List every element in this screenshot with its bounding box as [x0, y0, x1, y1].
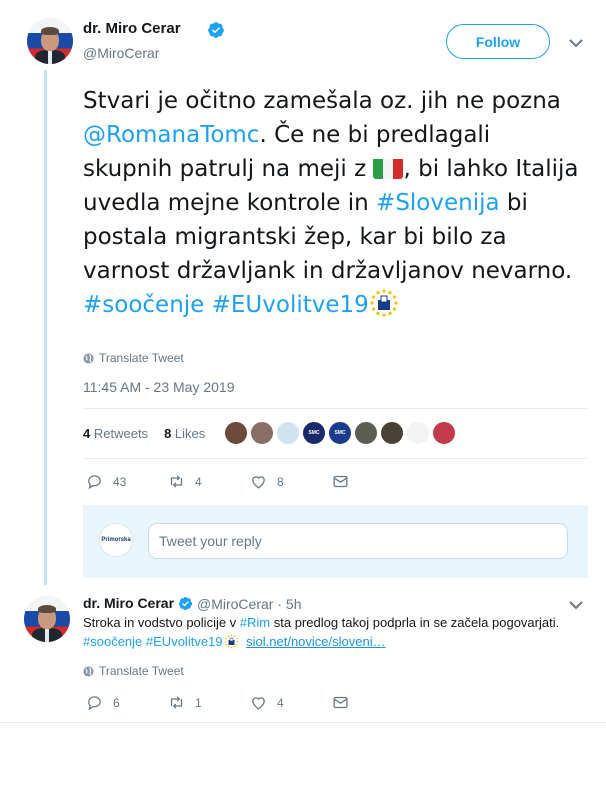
eu-ballot-emoji-icon	[224, 634, 238, 649]
likes-stat[interactable]: 8 Likes	[164, 426, 205, 441]
hashtag-link[interactable]: #soočenje	[83, 634, 142, 649]
author-name[interactable]: dr. Miro Cerar	[83, 20, 181, 37]
current-user-avatar: Primorska	[99, 523, 133, 557]
translate-tweet-label: Translate Tweet	[99, 664, 184, 678]
reply-icon	[88, 475, 101, 490]
direct-message-action[interactable]	[332, 694, 349, 711]
divider	[83, 408, 588, 409]
reply-action[interactable]: 6	[86, 694, 168, 711]
verified-badge-icon	[208, 22, 224, 38]
author-avatar[interactable]	[27, 18, 73, 64]
reply-icon	[88, 696, 101, 711]
envelope-icon	[333, 696, 348, 709]
tweet-timestamp[interactable]: 11:45 AM - 23 May 2019	[83, 379, 235, 395]
liker-avatar[interactable]	[432, 421, 456, 445]
reply-author-avatar[interactable]	[24, 596, 70, 642]
reply-count: 6	[113, 695, 120, 710]
liker-avatar[interactable]	[380, 421, 404, 445]
reply-count: 43	[113, 474, 127, 489]
mention-link[interactable]: @RomanaTomc	[83, 122, 259, 148]
italy-flag-emoji-icon	[373, 157, 404, 179]
retweet-action[interactable]: 1	[168, 694, 250, 711]
eu-ballot-emoji-icon	[369, 288, 399, 328]
likers-avatars: SMC SMC	[224, 421, 456, 445]
reply-input[interactable]: Tweet your reply	[148, 523, 568, 559]
liker-avatar[interactable]	[224, 421, 248, 445]
current-user-avatar-label: Primorska	[101, 537, 131, 543]
like-action[interactable]: 8	[250, 473, 332, 490]
reply-time[interactable]: 5h	[286, 596, 302, 612]
author-handle[interactable]: @MiroCerar	[83, 45, 159, 61]
retweet-action[interactable]: 4	[168, 473, 250, 490]
envelope-icon	[333, 475, 348, 488]
retweet-count: 4	[195, 474, 202, 489]
divider	[83, 458, 588, 459]
follow-button[interactable]: Follow	[446, 24, 550, 59]
liker-avatar[interactable]: SMC	[328, 421, 352, 445]
tweet-actions: 43 4 8	[86, 473, 349, 490]
hashtag-link[interactable]: #EUvolitve19	[146, 634, 223, 649]
like-action[interactable]: 4	[250, 694, 332, 711]
divider	[0, 722, 606, 723]
chevron-down-icon[interactable]	[569, 38, 583, 48]
retweet-icon	[170, 475, 183, 488]
like-count: 8	[277, 474, 284, 489]
hashtag-link[interactable]: #Slovenija	[376, 190, 500, 216]
retweets-stat[interactable]: 4 Retweets	[83, 426, 148, 441]
direct-message-action[interactable]	[332, 473, 349, 490]
reply-author-handle[interactable]: @MiroCerar · 5h	[197, 596, 301, 612]
liker-avatar[interactable]: SMC	[302, 421, 326, 445]
liker-avatar[interactable]	[276, 421, 300, 445]
reply-tweet-text: Stroka in vodstvo policije v #Rim sta pr…	[83, 615, 560, 649]
thread-connector-line	[44, 70, 47, 585]
retweet-count: 1	[195, 695, 202, 710]
tweet-text: Stvari je očitno zamešala oz. jih ne poz…	[83, 84, 583, 328]
globe-icon	[83, 352, 94, 364]
reply-author-name[interactable]: dr. Miro Cerar	[83, 595, 174, 611]
verified-badge-icon	[178, 596, 193, 611]
heart-icon	[252, 697, 265, 710]
hashtag-link[interactable]: #soočenje	[83, 292, 204, 318]
liker-avatar[interactable]	[250, 421, 274, 445]
reply-action[interactable]: 43	[86, 473, 168, 490]
hashtag-link[interactable]: #Rim	[240, 615, 270, 630]
globe-icon	[83, 665, 94, 677]
reply-tweet-actions: 6 1 4	[86, 694, 349, 711]
translate-tweet-label: Translate Tweet	[99, 351, 184, 365]
like-count: 4	[277, 695, 284, 710]
chevron-down-icon[interactable]	[569, 600, 583, 610]
engagement-stats: 4 Retweets 8 Likes	[83, 426, 205, 441]
article-link[interactable]: siol.net/novice/sloveni…	[246, 634, 385, 649]
liker-avatar[interactable]	[406, 421, 430, 445]
retweet-icon	[170, 696, 183, 709]
heart-icon	[252, 476, 265, 489]
liker-avatar[interactable]	[354, 421, 378, 445]
translate-tweet-link[interactable]: Translate Tweet	[83, 351, 184, 365]
translate-tweet-link[interactable]: Translate Tweet	[83, 664, 184, 678]
hashtag-link[interactable]: #EUvolitve19	[212, 292, 369, 318]
